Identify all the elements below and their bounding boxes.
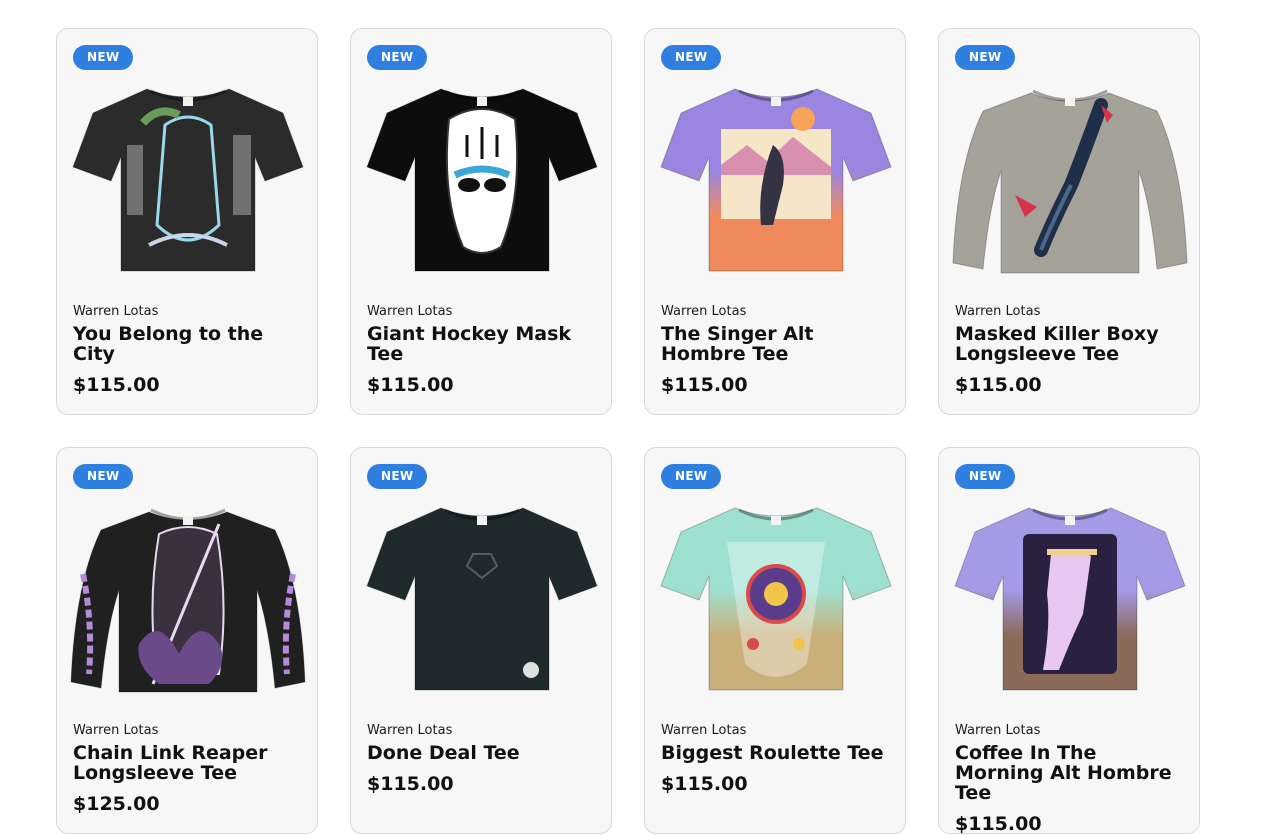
product-title[interactable]: Masked Killer Boxy Longsleeve Tee bbox=[955, 324, 1185, 364]
neck-label bbox=[477, 516, 487, 525]
neck-label bbox=[771, 97, 781, 106]
neck-label bbox=[477, 97, 487, 106]
product-info: Warren Lotas Coffee In The Morning Alt H… bbox=[955, 723, 1185, 835]
product-brand[interactable]: Warren Lotas bbox=[73, 304, 303, 320]
product-image[interactable] bbox=[363, 494, 601, 706]
product-card[interactable]: NEW Warren Lotas Masked Killer Boxy Long… bbox=[938, 28, 1200, 415]
product-price: $115.00 bbox=[955, 374, 1042, 396]
product-title[interactable]: You Belong to the City bbox=[73, 324, 303, 364]
product-info: Warren Lotas You Belong to the City $115… bbox=[73, 304, 303, 396]
garment-artwork bbox=[1023, 534, 1117, 674]
product-image[interactable] bbox=[657, 75, 895, 287]
product-brand[interactable]: Warren Lotas bbox=[73, 723, 303, 739]
product-info: Warren Lotas Chain Link Reaper Longsleev… bbox=[73, 723, 303, 815]
new-badge: NEW bbox=[367, 464, 428, 489]
new-badge: NEW bbox=[367, 45, 428, 70]
product-grid: NEW Warren Lotas You Belong to the City … bbox=[56, 28, 1202, 835]
new-badge: NEW bbox=[661, 45, 722, 70]
product-card[interactable]: NEW Warren Lotas Giant Hockey Mask Tee $… bbox=[350, 28, 612, 415]
product-image[interactable] bbox=[657, 494, 895, 706]
product-price: $115.00 bbox=[955, 813, 1042, 835]
neck-label bbox=[1065, 97, 1075, 106]
product-brand[interactable]: Warren Lotas bbox=[955, 304, 1185, 320]
product-title[interactable]: The Singer Alt Hombre Tee bbox=[661, 324, 891, 364]
product-info: Warren Lotas Biggest Roulette Tee $115.0… bbox=[661, 723, 891, 795]
neck-label bbox=[183, 516, 193, 525]
neck-label bbox=[771, 516, 781, 525]
product-image[interactable] bbox=[951, 75, 1189, 287]
product-card[interactable]: NEW Warren Lotas Biggest Roulette Tee $1… bbox=[644, 447, 906, 834]
product-price: $115.00 bbox=[661, 374, 748, 396]
product-image[interactable] bbox=[951, 494, 1189, 706]
product-brand[interactable]: Warren Lotas bbox=[661, 723, 891, 739]
product-image[interactable] bbox=[69, 75, 307, 287]
product-title[interactable]: Chain Link Reaper Longsleeve Tee bbox=[73, 743, 303, 783]
product-title[interactable]: Giant Hockey Mask Tee bbox=[367, 324, 597, 364]
product-info: Warren Lotas Giant Hockey Mask Tee $115.… bbox=[367, 304, 597, 396]
product-price: $115.00 bbox=[73, 374, 160, 396]
new-badge: NEW bbox=[73, 45, 134, 70]
product-title[interactable]: Coffee In The Morning Alt Hombre Tee bbox=[955, 743, 1185, 803]
garment-shape bbox=[366, 507, 598, 691]
product-title[interactable]: Done Deal Tee bbox=[367, 743, 597, 763]
garment-artwork bbox=[445, 108, 519, 254]
product-card[interactable]: NEW Warren Lotas Chain Link Reaper Longs… bbox=[56, 447, 318, 834]
product-brand[interactable]: Warren Lotas bbox=[955, 723, 1185, 739]
product-card[interactable]: NEW Warren Lotas You Belong to the City … bbox=[56, 28, 318, 415]
product-info: Warren Lotas Masked Killer Boxy Longslee… bbox=[955, 304, 1185, 396]
product-brand[interactable]: Warren Lotas bbox=[661, 304, 891, 320]
product-price: $115.00 bbox=[661, 773, 748, 795]
product-price: $125.00 bbox=[73, 793, 160, 815]
new-badge: NEW bbox=[661, 464, 722, 489]
neck-label bbox=[1065, 516, 1075, 525]
neck-label bbox=[183, 97, 193, 106]
product-brand[interactable]: Warren Lotas bbox=[367, 723, 597, 739]
product-card[interactable]: NEW Warren Lotas Coffee In The Morning A… bbox=[938, 447, 1200, 835]
new-badge: NEW bbox=[955, 45, 1016, 70]
new-badge: NEW bbox=[955, 464, 1016, 489]
product-card[interactable]: NEW Warren Lotas The Singer Alt Hombre T… bbox=[644, 28, 906, 415]
new-badge: NEW bbox=[73, 464, 134, 489]
product-info: Warren Lotas The Singer Alt Hombre Tee $… bbox=[661, 304, 891, 396]
product-card[interactable]: NEW Warren Lotas Done Deal Tee $115.00 bbox=[350, 447, 612, 834]
product-info: Warren Lotas Done Deal Tee $115.00 bbox=[367, 723, 597, 795]
product-price: $115.00 bbox=[367, 773, 454, 795]
product-image[interactable] bbox=[69, 494, 307, 706]
product-title[interactable]: Biggest Roulette Tee bbox=[661, 743, 891, 763]
product-price: $115.00 bbox=[367, 374, 454, 396]
product-brand[interactable]: Warren Lotas bbox=[367, 304, 597, 320]
product-image[interactable] bbox=[363, 75, 601, 287]
